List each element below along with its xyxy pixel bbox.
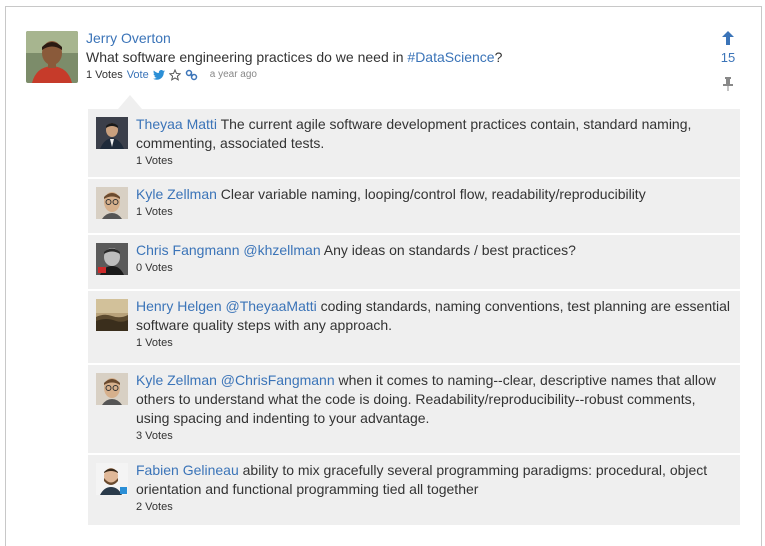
comment-votes: 0 Votes <box>136 262 173 274</box>
commenter-avatar[interactable] <box>96 187 128 219</box>
comment-item: Theyaa Matti The current agile software … <box>88 109 740 177</box>
comment-item: Fabien Gelineau ability to mix gracefull… <box>88 455 740 525</box>
commenter-avatar[interactable] <box>96 117 128 149</box>
post-author-link[interactable]: Jerry Overton <box>86 29 686 47</box>
post-text: What software engineering practices do w… <box>86 47 686 67</box>
upvote-button[interactable]: 15 <box>716 31 740 65</box>
post-body: Jerry Overton What software engineering … <box>86 29 686 82</box>
comment-item: Henry Helgen @TheyaaMatti coding standar… <box>88 291 740 363</box>
comment-author-link[interactable]: Theyaa Matti <box>136 116 217 132</box>
comment-body: The current agile software development p… <box>136 116 692 151</box>
comment-votes: 1 Votes <box>136 337 173 349</box>
pushpin-icon[interactable] <box>722 77 734 91</box>
comment-votes: 2 Votes <box>136 501 173 513</box>
post-meta: 1 Votes Vote a year ago <box>86 68 686 82</box>
commenter-avatar[interactable] <box>96 373 128 405</box>
comment-votes: 3 Votes <box>136 430 173 442</box>
post-text-suffix: ? <box>494 49 503 65</box>
vote-link[interactable]: Vote <box>127 68 149 82</box>
upvote-count: 15 <box>720 50 736 65</box>
arrow-up-icon <box>722 31 734 45</box>
comments-caret <box>118 95 142 109</box>
comment-body: Any ideas on standards / best practices? <box>320 242 576 258</box>
twitter-bird-icon[interactable] <box>152 70 165 80</box>
post-card: Jerry Overton What software engineering … <box>5 6 762 546</box>
comment-mention-link[interactable]: @TheyaaMatti <box>222 298 316 314</box>
comment-author-link[interactable]: Kyle Zellman <box>136 372 217 388</box>
comment-body: Clear variable naming, looping/control f… <box>216 186 646 202</box>
comment-mention-link[interactable]: @ChrisFangmann <box>217 372 335 388</box>
comment-votes: 1 Votes <box>136 155 173 167</box>
author-avatar[interactable] <box>26 31 78 83</box>
comment-item: Kyle Zellman Clear variable naming, loop… <box>88 179 740 233</box>
hashtag-link[interactable]: #DataScience <box>407 49 494 65</box>
comment-author-link[interactable]: Fabien Gelineau <box>136 462 239 478</box>
comment-author-link[interactable]: Kyle Zellman <box>136 186 217 202</box>
chain-link-icon[interactable] <box>185 69 198 81</box>
comment-text: Kyle Zellman @ChrisFangmann when it come… <box>136 371 730 428</box>
comment-text: Fabien Gelineau ability to mix gracefull… <box>136 461 730 499</box>
commenter-avatar[interactable] <box>96 243 128 275</box>
comment-list: Theyaa Matti The current agile software … <box>88 109 740 527</box>
post-timestamp: a year ago <box>209 69 257 80</box>
comment-item: Chris Fangmann @khzellman Any ideas on s… <box>88 235 740 289</box>
comment-text: Theyaa Matti The current agile software … <box>136 115 730 153</box>
star-outline-icon[interactable] <box>168 69 181 81</box>
post-votes-count: 1 Votes <box>86 69 123 81</box>
comment-author-link[interactable]: Henry Helgen <box>136 298 222 314</box>
comment-text: Chris Fangmann @khzellman Any ideas on s… <box>136 241 730 260</box>
commenter-avatar[interactable] <box>96 299 128 331</box>
commenter-avatar[interactable] <box>96 463 128 495</box>
comment-mention-link[interactable]: @khzellman <box>240 242 320 258</box>
comment-votes: 1 Votes <box>136 206 173 218</box>
comment-text: Kyle Zellman Clear variable naming, loop… <box>136 185 730 204</box>
comment-item: Kyle Zellman @ChrisFangmann when it come… <box>88 365 740 453</box>
comment-text: Henry Helgen @TheyaaMatti coding standar… <box>136 297 730 335</box>
post-text-prefix: What software engineering practices do w… <box>86 49 408 65</box>
comment-author-link[interactable]: Chris Fangmann <box>136 242 240 258</box>
